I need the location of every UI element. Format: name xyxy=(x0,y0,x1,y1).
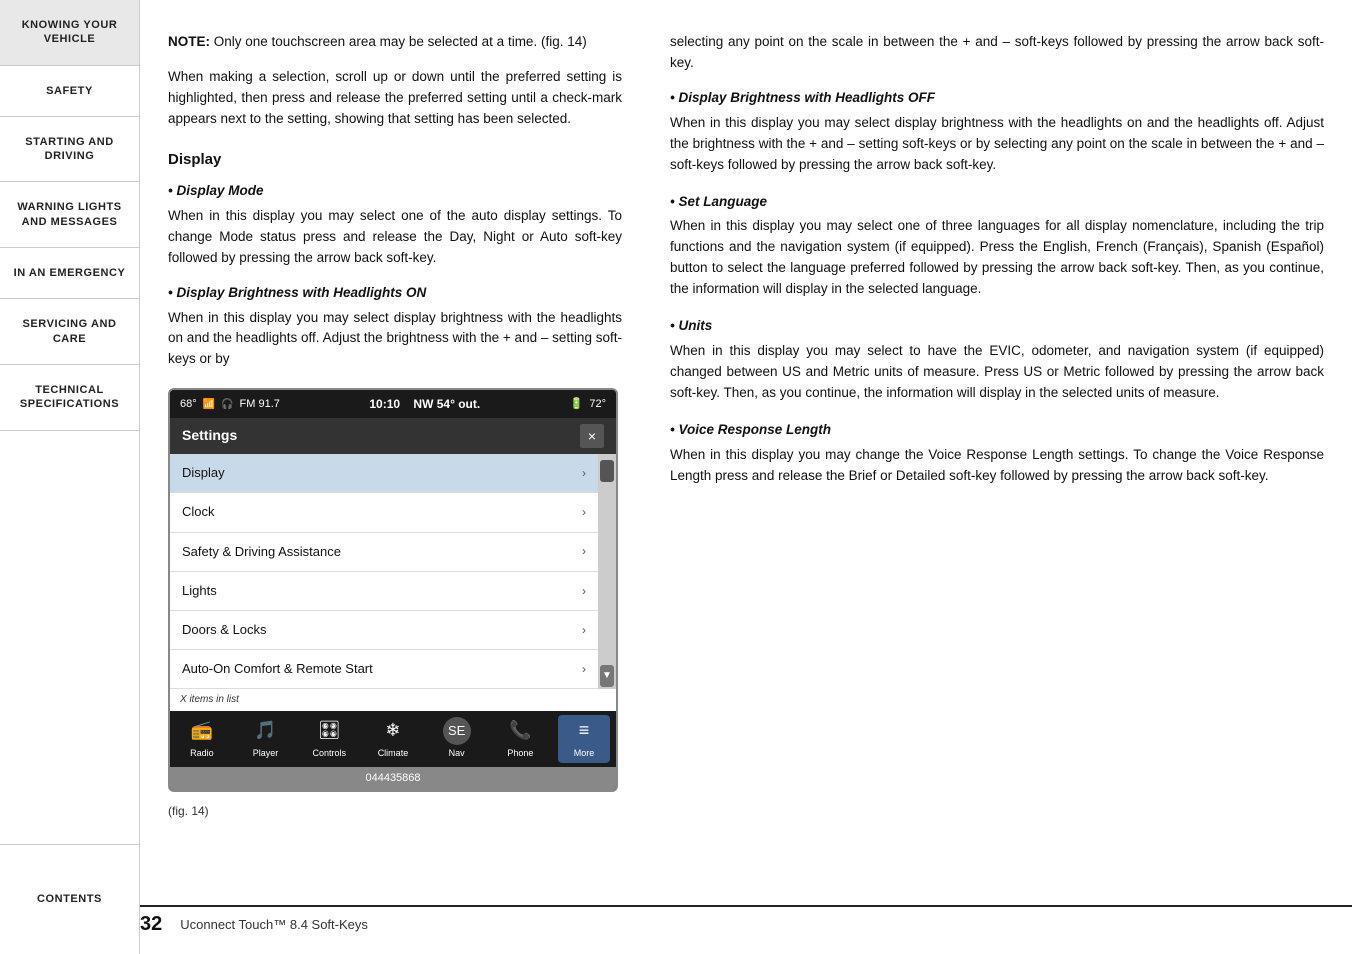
player-label: Player xyxy=(253,747,279,761)
phone-label: Phone xyxy=(507,747,533,761)
radio-icon: 📻 xyxy=(188,717,216,745)
right-section1-title: Display Brightness with Headlights OFF xyxy=(670,88,1324,109)
screen-headphone-icon: 🎧 xyxy=(221,397,233,413)
screen-temp: 68° xyxy=(180,396,197,413)
menu-item-clock-label: Clock xyxy=(182,502,215,522)
right-section2-body: When in this display you may select one … xyxy=(670,216,1324,300)
chevron-icon: › xyxy=(582,542,586,561)
menu-item-safety-label: Safety & Driving Assistance xyxy=(182,542,341,562)
right-section4-title: Voice Response Length xyxy=(670,420,1324,441)
menu-item-display-label: Display xyxy=(182,463,225,483)
menu-item-display[interactable]: Display › xyxy=(170,454,598,493)
menu-item-lights-label: Lights xyxy=(182,581,217,601)
screen-bottom-bar: 📻 Radio 🎵 Player 🎛 Controls ❄ Climate SE xyxy=(170,711,616,767)
climate-label: Climate xyxy=(378,747,409,761)
radio-label: Radio xyxy=(190,747,214,761)
phone-icon: 📞 xyxy=(506,717,534,745)
menu-item-doors-label: Doors & Locks xyxy=(182,620,267,640)
scroll-thumb[interactable] xyxy=(600,460,614,482)
right-section3-title: Units xyxy=(670,316,1324,337)
climate-icon: ❄ xyxy=(379,717,407,745)
screen-items-count: X items in list xyxy=(170,689,616,711)
screen-signal-icon: 📶 xyxy=(203,397,215,413)
screen-status-bar: 68° 📶 🎧 FM 91.7 10:10 NW 54° out. 🔋 72° xyxy=(170,390,616,418)
controls-icon: 🎛 xyxy=(315,717,343,745)
right-section2-title: Set Language xyxy=(670,192,1324,213)
screen-phone-number: 044435868 xyxy=(170,767,616,790)
sidebar-item-knowing-your-vehicle[interactable]: KNOWING YOUR VEHICLE xyxy=(0,0,139,66)
right-section3-body: When in this display you may select to h… xyxy=(670,341,1324,404)
sidebar-item-warning-lights-and-messages[interactable]: WARNING LIGHTS AND MESSAGES xyxy=(0,182,139,248)
sidebar-item-contents[interactable]: CONTENTS xyxy=(0,844,139,954)
phone-number-text: 044435868 xyxy=(365,772,420,784)
bottom-btn-phone[interactable]: 📞 Phone xyxy=(494,717,546,761)
chevron-icon: › xyxy=(582,582,586,601)
sidebar-item-in-an-emergency[interactable]: IN AN EMERGENCY xyxy=(0,248,139,299)
screen-header-label: Settings xyxy=(182,425,237,447)
sidebar: KNOWING YOUR VEHICLE SAFETY STARTING AND… xyxy=(0,0,140,954)
right-column: selecting any point on the scale in betw… xyxy=(650,0,1352,954)
main-content: NOTE: Only one touchscreen area may be s… xyxy=(140,0,1352,954)
sidebar-item-starting-and-driving[interactable]: STARTING AND DRIVING xyxy=(0,117,139,183)
right-section1-body: When in this display you may select disp… xyxy=(670,113,1324,176)
note-label: NOTE: xyxy=(168,34,210,49)
page-number: 32 xyxy=(140,913,162,936)
menu-item-auto-on-label: Auto-On Comfort & Remote Start xyxy=(182,659,373,679)
nav-icon: SE xyxy=(443,717,471,745)
section1-body: When in this display you may select one … xyxy=(168,206,622,269)
sidebar-item-technical-specifications[interactable]: TECHNICAL SPECIFICATIONS xyxy=(0,365,139,431)
sidebar-item-servicing-and-care[interactable]: SERVICING AND CARE xyxy=(0,299,139,365)
fig-caption: (fig. 14) xyxy=(168,802,622,821)
more-icon: ≡ xyxy=(570,717,598,745)
sidebar-item-safety[interactable]: SAFETY xyxy=(0,66,139,117)
scroll-down-btn[interactable]: ▼ xyxy=(600,665,614,687)
screen-header: Settings × xyxy=(170,418,616,454)
page-footer-title: Uconnect Touch™ 8.4 Soft-Keys xyxy=(180,917,368,932)
chevron-icon: › xyxy=(582,660,586,679)
screen-menu: Display › Clock › Safety & Driving Assis… xyxy=(170,454,616,689)
menu-item-safety[interactable]: Safety & Driving Assistance › xyxy=(170,533,598,572)
player-icon: 🎵 xyxy=(252,717,280,745)
menu-item-clock[interactable]: Clock › xyxy=(170,493,598,532)
menu-item-lights[interactable]: Lights › xyxy=(170,572,598,611)
bottom-btn-nav[interactable]: SE Nav xyxy=(431,717,483,761)
screen-mockup: 68° 📶 🎧 FM 91.7 10:10 NW 54° out. 🔋 72° xyxy=(168,388,618,791)
note-para2: When making a selection, scroll up or do… xyxy=(168,67,622,130)
bottom-btn-player[interactable]: 🎵 Player xyxy=(240,717,292,761)
right-section4-body: When in this display you may change the … xyxy=(670,445,1324,487)
screen-radio: FM 91.7 xyxy=(240,396,280,413)
display-heading: Display xyxy=(168,148,622,171)
screen-temp2: 72° xyxy=(589,396,606,413)
chevron-icon: › xyxy=(582,621,586,640)
status-right: 🔋 72° xyxy=(570,396,606,413)
controls-label: Controls xyxy=(312,747,346,761)
bottom-btn-climate[interactable]: ❄ Climate xyxy=(367,717,419,761)
bottom-btn-more[interactable]: ≡ More xyxy=(558,715,610,763)
menu-items-col: Display › Clock › Safety & Driving Assis… xyxy=(170,454,598,689)
note-block: NOTE: Only one touchscreen area may be s… xyxy=(168,32,622,53)
chevron-icon: › xyxy=(582,503,586,522)
right-intro-para: selecting any point on the scale in betw… xyxy=(670,32,1324,74)
screen-battery-icon: 🔋 xyxy=(570,396,584,413)
status-left: 68° 📶 🎧 FM 91.7 xyxy=(180,396,280,413)
section1-title: Display Mode xyxy=(168,181,622,202)
section2-title: Display Brightness with Headlights ON xyxy=(168,283,622,304)
menu-item-auto-on[interactable]: Auto-On Comfort & Remote Start › xyxy=(170,650,598,689)
page-footer: 32 Uconnect Touch™ 8.4 Soft-Keys xyxy=(140,905,1352,936)
screen-time: 10:10 NW 54° out. xyxy=(369,395,480,414)
left-column: NOTE: Only one touchscreen area may be s… xyxy=(140,0,650,954)
section2-body: When in this display you may select disp… xyxy=(168,308,622,371)
note-text: Only one touchscreen area may be selecte… xyxy=(214,34,587,49)
bottom-btn-radio[interactable]: 📻 Radio xyxy=(176,717,228,761)
nav-label: Nav xyxy=(449,747,465,761)
more-label: More xyxy=(574,747,595,761)
chevron-icon: › xyxy=(582,464,586,483)
bottom-btn-controls[interactable]: 🎛 Controls xyxy=(303,717,355,761)
screen-close-button[interactable]: × xyxy=(580,424,604,448)
menu-item-doors[interactable]: Doors & Locks › xyxy=(170,611,598,650)
scrollbar[interactable]: ▼ xyxy=(598,454,616,689)
